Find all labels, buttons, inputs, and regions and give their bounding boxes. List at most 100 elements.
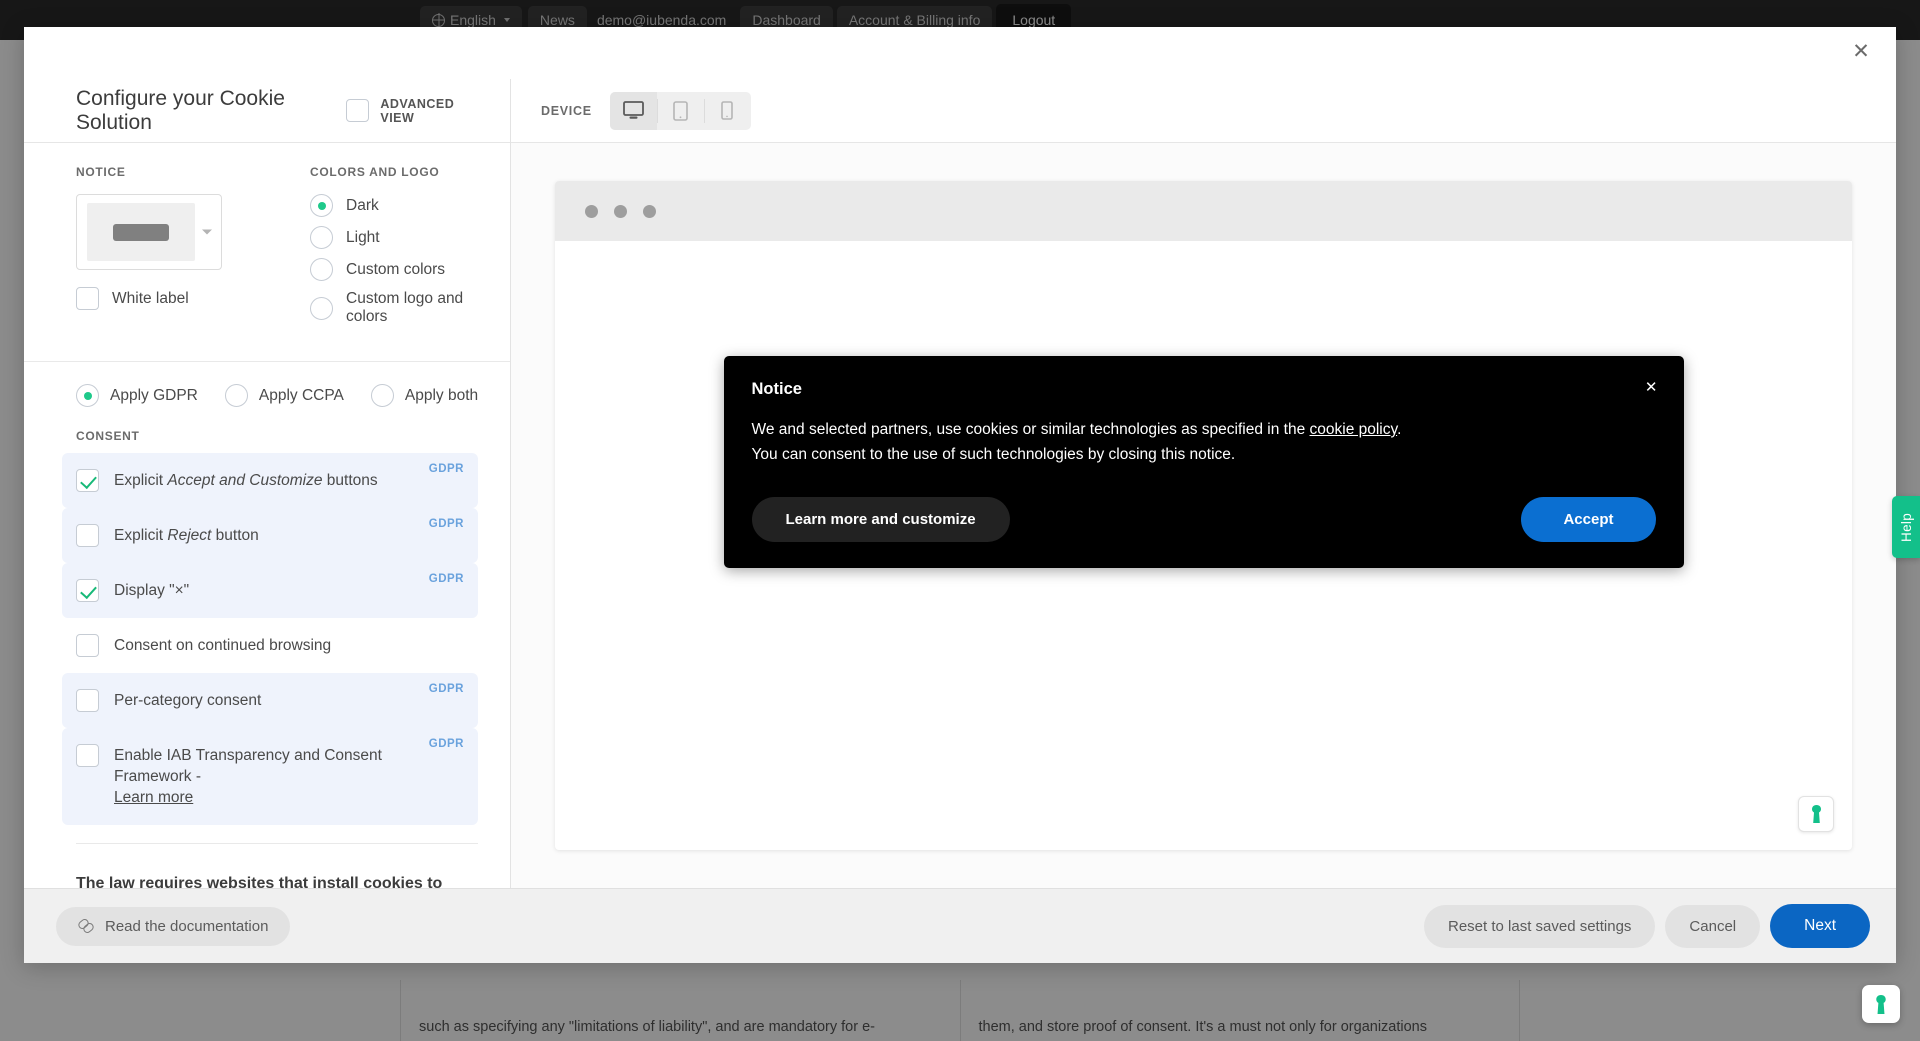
cookie-notice-body-line2: You can consent to the use of such techn… (751, 446, 1236, 464)
preview-panel: DEVICE Notice ✕ We and selected partners… (511, 79, 1896, 888)
keyhole-shape (1811, 805, 1821, 823)
panel-scroll-area[interactable]: NOTICE White label COLORS AND LOGO Dark … (24, 143, 510, 888)
consent-text-pre: Enable IAB Transparency and Consent Fram… (114, 747, 382, 785)
browser-dot (643, 204, 656, 218)
notice-style-select[interactable] (76, 194, 222, 270)
consent-checkbox-continued-browsing[interactable] (76, 634, 99, 657)
law-option-both-radio[interactable] (370, 384, 394, 407)
advanced-view-checkbox[interactable] (346, 99, 370, 122)
cookie-notice-body-line1-pre: We and selected partners, use cookies or… (751, 421, 1310, 438)
law-option-both[interactable]: Apply both (370, 384, 479, 407)
consent-option-per-category[interactable]: Per-category consent GDPR (62, 673, 478, 728)
color-option-light-radio[interactable] (310, 226, 333, 249)
chevron-down-icon (202, 229, 212, 235)
consent-text-post: button (211, 527, 259, 544)
status-badge-gdpr: GDPR (428, 573, 464, 585)
cookie-notice-title: Notice (751, 380, 802, 398)
consent-option-continued-browsing[interactable]: Consent on continued browsing (62, 618, 478, 673)
consent-text-em: Reject (167, 527, 212, 544)
white-label-checkbox[interactable] (76, 287, 99, 310)
advanced-view-toggle[interactable]: ADVANCED VIEW (346, 97, 482, 125)
status-badge-gdpr: GDPR (428, 683, 464, 695)
law-selection-section: Apply GDPR Apply CCPA Apply both (24, 362, 510, 407)
consent-checkbox-explicit-reject[interactable] (76, 524, 99, 547)
browser-mockup-titlebar (555, 181, 1852, 241)
consent-option-explicit-accept-customize[interactable]: Explicit Accept and Customize buttons GD… (62, 453, 478, 508)
help-tab[interactable]: Help (1892, 496, 1920, 558)
consent-option-display-x[interactable]: Display "×" GDPR (62, 563, 478, 618)
reset-to-last-saved-settings-button[interactable]: Reset to last saved settings (1423, 904, 1656, 948)
law-requirement-title: The law requires websites that install c… (76, 874, 443, 888)
consent-checkbox-per-category[interactable] (76, 689, 99, 712)
page-title: Configure your Cookie Solution (76, 86, 285, 134)
consent-label-explicit-reject: Explicit Reject button (114, 524, 259, 547)
consent-label-display-x: Display "×" (114, 582, 190, 599)
modal-top-strip: ✕ (24, 27, 1896, 79)
color-option-custom-colors-radio[interactable] (310, 258, 333, 281)
next-button[interactable]: Next (1770, 904, 1870, 948)
read-documentation-button[interactable]: Read the documentation (56, 906, 291, 946)
consent-checkbox-display-x[interactable] (76, 579, 99, 602)
read-documentation-label: Read the documentation (105, 917, 269, 935)
cookie-solution-modal: ✕ Configure your Cookie Solution ADVANCE… (24, 27, 1896, 963)
law-option-both-label: Apply both (404, 386, 479, 404)
law-option-ccpa[interactable]: Apply CCPA (224, 384, 344, 407)
consent-label-iab-tcf: Enable IAB Transparency and Consent Fram… (114, 744, 444, 809)
consent-label-continued-browsing: Consent on continued browsing (114, 637, 332, 654)
color-option-light-label: Light (346, 228, 380, 246)
advanced-view-label: ADVANCED VIEW (380, 96, 455, 125)
law-option-gdpr-radio[interactable] (76, 384, 99, 407)
modal-footer: Read the documentation Reset to last sav… (24, 888, 1896, 963)
consent-option-explicit-reject[interactable]: Explicit Reject button GDPR (62, 508, 478, 563)
color-option-dark-radio[interactable] (310, 194, 333, 217)
configuration-panel: Configure your Cookie Solution ADVANCED … (24, 79, 511, 888)
consent-option-iab-tcf[interactable]: Enable IAB Transparency and Consent Fram… (62, 728, 478, 825)
cookie-notice-preview: Notice ✕ We and selected partners, use c… (723, 356, 1684, 569)
device-selector-group (609, 91, 751, 130)
law-radio-group: Apply GDPR Apply CCPA Apply both (76, 384, 482, 407)
mobile-icon (721, 101, 734, 120)
color-option-custom-logo-colors[interactable]: Custom logo and colors (310, 290, 482, 326)
law-option-ccpa-label: Apply CCPA (258, 386, 344, 404)
notice-preview-area: Notice ✕ We and selected partners, use c… (511, 143, 1896, 888)
notice-thumbnail-bar (113, 223, 169, 241)
learn-more-and-customize-button[interactable]: Learn more and customize (751, 497, 1010, 543)
consent-checkbox-iab-tcf[interactable] (76, 744, 99, 767)
consent-text-pre: Explicit (114, 527, 168, 544)
consent-checkbox-explicit-accept-customize[interactable] (76, 469, 99, 492)
device-toolbar-label: DEVICE (541, 103, 592, 118)
consent-label-per-category: Per-category consent (114, 692, 262, 709)
iubenda-keyhole-icon[interactable] (1798, 796, 1834, 832)
iubenda-privacy-badge[interactable] (1862, 985, 1900, 1023)
color-option-dark[interactable]: Dark (310, 194, 482, 217)
color-option-custom-logo-colors-label: Custom logo and colors (346, 290, 464, 325)
device-button-desktop[interactable] (609, 91, 657, 130)
browser-dot (585, 204, 598, 218)
cancel-button[interactable]: Cancel (1665, 904, 1761, 948)
close-icon[interactable]: ✕ (1848, 41, 1874, 67)
modal-body: Configure your Cookie Solution ADVANCED … (24, 79, 1896, 888)
cookie-policy-link[interactable]: cookie policy (1310, 421, 1398, 438)
notice-column: NOTICE White label (76, 165, 258, 335)
color-option-light[interactable]: Light (310, 226, 482, 249)
consent-text-em: Accept and Customize (167, 472, 323, 489)
cookie-notice-body-line1-post: . (1397, 421, 1402, 438)
tablet-icon (672, 100, 688, 121)
iab-learn-more-link[interactable]: Learn more (114, 788, 444, 809)
accept-button[interactable]: Accept (1521, 497, 1656, 543)
color-option-custom-logo-colors-radio[interactable] (310, 296, 333, 320)
consent-label-explicit-accept-customize: Explicit Accept and Customize buttons (114, 469, 378, 492)
browser-dot (614, 204, 627, 218)
color-option-custom-colors[interactable]: Custom colors (310, 258, 482, 281)
white-label-option[interactable]: White label (76, 287, 258, 310)
colors-section-label: COLORS AND LOGO (310, 165, 440, 179)
color-option-custom-colors-label: Custom colors (346, 260, 446, 278)
cookie-notice-close-icon[interactable]: ✕ (1645, 380, 1658, 395)
law-option-gdpr[interactable]: Apply GDPR (76, 384, 198, 407)
iubenda-keyhole-icon (1876, 994, 1886, 1014)
device-button-tablet[interactable] (656, 92, 704, 130)
device-button-mobile[interactable] (703, 92, 751, 130)
consent-text-pre: Explicit (114, 472, 168, 489)
color-option-dark-label: Dark (346, 196, 379, 214)
law-option-ccpa-radio[interactable] (224, 384, 248, 407)
